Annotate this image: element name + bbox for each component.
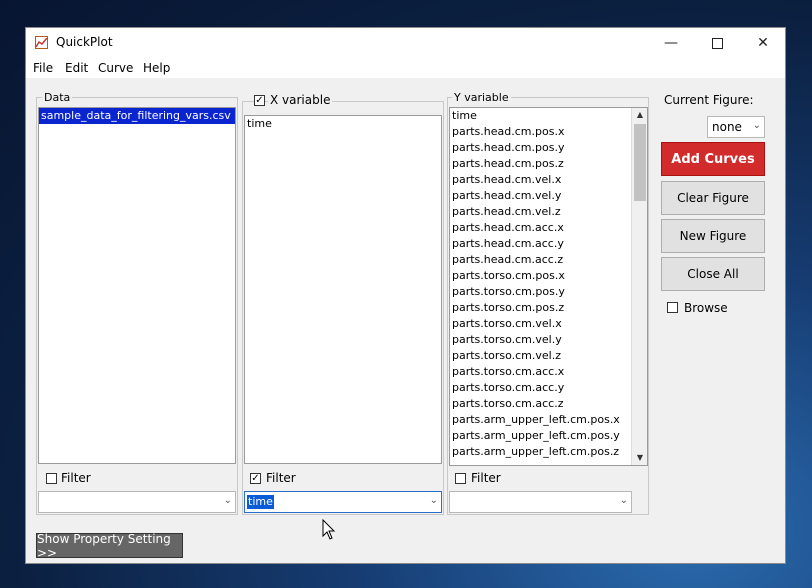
x-filter-combo-value[interactable]: time — [247, 495, 274, 509]
minimize-icon: — — [664, 35, 678, 51]
data-filter-combo[interactable]: ⌄ — [38, 491, 236, 513]
scroll-down-icon[interactable]: ▼ — [632, 451, 647, 465]
x-filter-combo[interactable]: time ⌄ — [244, 491, 442, 513]
y-variable-list-item[interactable]: parts.torso.cm.pos.y — [450, 284, 647, 300]
x-variable-checkbox[interactable]: ✓ — [254, 95, 265, 106]
y-variable-list-item[interactable]: parts.torso.cm.acc.y — [450, 380, 647, 396]
chevron-down-icon: ⌄ — [752, 120, 761, 131]
chart-icon — [35, 36, 48, 49]
close-button[interactable]: ✕ — [740, 28, 786, 58]
y-variable-list-item[interactable]: parts.torso.cm.acc.x — [450, 364, 647, 380]
quickplot-window: QuickPlot — ✕ File Edit Curve Help Data … — [25, 27, 786, 564]
current-figure-label: Current Figure: — [664, 93, 754, 107]
clear-figure-button[interactable]: Clear Figure — [661, 181, 765, 215]
scroll-thumb[interactable] — [634, 124, 646, 201]
figure-select[interactable]: none ⌄ — [707, 116, 765, 138]
y-variable-list-item[interactable]: parts.torso.cm.vel.z — [450, 348, 647, 364]
menu-curve[interactable]: Curve — [98, 61, 133, 75]
mouse-cursor-icon — [322, 519, 336, 540]
chevron-down-icon: ⌄ — [429, 495, 438, 506]
data-filter-checkbox[interactable] — [46, 473, 57, 484]
y-filter-checkbox[interactable] — [455, 473, 466, 484]
chevron-down-icon: ⌄ — [619, 495, 628, 506]
y-variable-list-item[interactable]: parts.arm_upper_left.cm.pos.x — [450, 412, 647, 428]
y-variable-list-item[interactable]: parts.head.cm.vel.x — [450, 172, 647, 188]
data-list[interactable]: sample_data_for_filtering_vars.csv — [38, 107, 236, 464]
title-bar[interactable]: QuickPlot — ✕ — [26, 28, 785, 58]
y-variable-list-item[interactable]: parts.head.cm.acc.x — [450, 220, 647, 236]
chevron-down-icon: ⌄ — [223, 495, 232, 506]
maximize-button[interactable] — [694, 28, 740, 58]
menu-edit[interactable]: Edit — [65, 61, 88, 75]
menu-help[interactable]: Help — [143, 61, 170, 75]
y-variable-label: Y variable — [452, 91, 511, 104]
scroll-up-icon[interactable]: ▲ — [632, 108, 647, 122]
close-all-button[interactable]: Close All — [661, 257, 765, 291]
x-variable-list-item[interactable]: time — [245, 116, 441, 132]
y-variable-list-item[interactable]: parts.torso.cm.vel.x — [450, 316, 647, 332]
y-variable-list-item[interactable]: parts.arm_upper_left.cm.pos.y — [450, 428, 647, 444]
close-icon: ✕ — [757, 35, 769, 51]
y-variable-list-item[interactable]: parts.torso.cm.pos.x — [450, 268, 647, 284]
menu-bar: File Edit Curve Help — [26, 58, 785, 78]
minimize-button[interactable]: — — [648, 28, 694, 58]
y-variable-list-item[interactable]: parts.head.cm.vel.y — [450, 188, 647, 204]
y-variable-list-item[interactable]: parts.head.cm.acc.z — [450, 252, 647, 268]
y-variable-list-item[interactable]: parts.torso.cm.acc.z — [450, 396, 647, 412]
x-filter-label: Filter — [266, 471, 296, 485]
y-filter-combo[interactable]: ⌄ — [449, 491, 632, 513]
y-variable-list-item[interactable]: parts.head.cm.pos.y — [450, 140, 647, 156]
figure-select-value: none — [712, 120, 742, 134]
y-filter-label: Filter — [471, 471, 501, 485]
browse-label: Browse — [684, 301, 728, 315]
y-variable-items: time parts.head.cm.pos.x parts.head.cm.pos… — [450, 108, 647, 460]
y-variable-list[interactable]: time parts.head.cm.pos.x parts.head.cm.pos… — [449, 107, 648, 466]
y-variable-list-item[interactable]: parts.head.cm.vel.z — [450, 204, 647, 220]
browse-checkbox[interactable] — [667, 302, 678, 313]
x-filter-checkbox[interactable]: ✓ — [250, 473, 261, 484]
add-curves-button[interactable]: Add Curves — [661, 142, 765, 176]
y-variable-list-item[interactable]: parts.torso.cm.pos.z — [450, 300, 647, 316]
x-variable-list[interactable]: time — [244, 115, 442, 464]
y-variable-list-item[interactable]: time — [450, 108, 647, 124]
maximize-icon — [711, 37, 723, 49]
y-variable-list-item[interactable]: parts.torso.cm.vel.y — [450, 332, 647, 348]
y-variable-list-item[interactable]: parts.arm_upper_left.cm.pos.z — [450, 444, 647, 460]
data-filter-label: Filter — [61, 471, 91, 485]
window-title: QuickPlot — [56, 35, 113, 49]
y-list-scrollbar[interactable]: ▲ ▼ — [631, 108, 647, 465]
x-variable-label: X variable — [268, 93, 333, 107]
y-variable-list-item[interactable]: parts.head.cm.pos.x — [450, 124, 647, 140]
show-property-setting-button[interactable]: Show Property Setting >> — [36, 532, 183, 560]
menu-file[interactable]: File — [33, 61, 53, 75]
y-variable-list-item[interactable]: parts.head.cm.pos.z — [450, 156, 647, 172]
data-list-item[interactable]: sample_data_for_filtering_vars.csv — [39, 108, 235, 124]
data-panel-label: Data — [42, 91, 73, 104]
y-variable-list-item[interactable]: parts.head.cm.acc.y — [450, 236, 647, 252]
new-figure-button[interactable]: New Figure — [661, 219, 765, 253]
